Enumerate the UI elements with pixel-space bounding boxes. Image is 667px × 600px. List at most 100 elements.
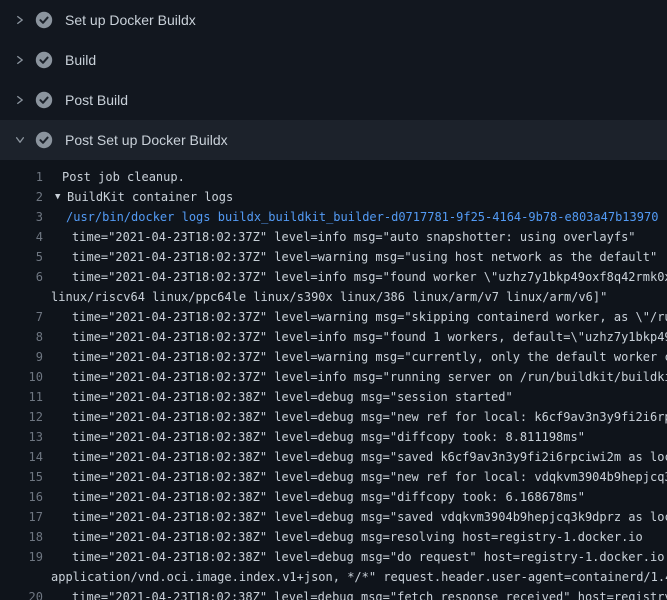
- log-line: linux/riscv64 linux/ppc64le linux/s390x …: [0, 287, 667, 307]
- line-number[interactable]: [0, 567, 43, 587]
- log-text: time="2021-04-23T18:02:38Z" level=debug …: [72, 467, 667, 487]
- line-content: time="2021-04-23T18:02:38Z" level=debug …: [43, 527, 667, 547]
- log-line: 15 time="2021-04-23T18:02:38Z" level=deb…: [0, 467, 667, 487]
- line-number[interactable]: 8: [0, 327, 43, 347]
- line-number[interactable]: [0, 287, 43, 307]
- log-line: 5 time="2021-04-23T18:02:37Z" level=warn…: [0, 247, 667, 267]
- line-content: time="2021-04-23T18:02:38Z" level=debug …: [43, 387, 667, 407]
- line-content: time="2021-04-23T18:02:37Z" level=info m…: [43, 327, 667, 347]
- log-text: time="2021-04-23T18:02:37Z" level=info m…: [72, 227, 636, 247]
- log-text: application/vnd.oci.image.index.v1+json,…: [51, 567, 667, 587]
- step-label: Build: [65, 52, 96, 68]
- line-number[interactable]: 20: [0, 587, 43, 600]
- line-number[interactable]: 4: [0, 227, 43, 247]
- line-content: application/vnd.oci.image.index.v1+json,…: [43, 567, 667, 587]
- line-number[interactable]: 9: [0, 347, 43, 367]
- check-circle-icon: [35, 11, 53, 29]
- chevron-icon: [12, 52, 28, 68]
- step-list: Set up Docker Buildx Build Post Buil: [0, 0, 667, 160]
- log-line: 10 time="2021-04-23T18:02:37Z" level=inf…: [0, 367, 667, 387]
- log-text: time="2021-04-23T18:02:37Z" level=info m…: [72, 327, 667, 347]
- log-text: time="2021-04-23T18:02:38Z" level=debug …: [72, 387, 513, 407]
- line-content: time="2021-04-23T18:02:38Z" level=debug …: [43, 467, 667, 487]
- log-line: 18 time="2021-04-23T18:02:38Z" level=deb…: [0, 527, 667, 547]
- log-text: time="2021-04-23T18:02:38Z" level=debug …: [72, 407, 667, 427]
- log-text: time="2021-04-23T18:02:38Z" level=debug …: [72, 527, 643, 547]
- step-row-post-set-up-docker-buildx[interactable]: Post Set up Docker Buildx: [0, 120, 667, 160]
- step-label: Post Build: [65, 92, 128, 108]
- line-number[interactable]: 7: [0, 307, 43, 327]
- line-content: time="2021-04-23T18:02:38Z" level=debug …: [43, 507, 667, 527]
- line-content: time="2021-04-23T18:02:38Z" level=debug …: [43, 487, 667, 507]
- log-text: time="2021-04-23T18:02:37Z" level=warnin…: [72, 247, 657, 267]
- log-line: 8 time="2021-04-23T18:02:37Z" level=info…: [0, 327, 667, 347]
- line-content: linux/riscv64 linux/ppc64le linux/s390x …: [43, 287, 667, 307]
- line-number[interactable]: 6: [0, 267, 43, 287]
- log-text: time="2021-04-23T18:02:37Z" level=info m…: [72, 367, 667, 387]
- line-content: time="2021-04-23T18:02:37Z" level=info m…: [43, 227, 667, 247]
- chevron-icon: [12, 132, 28, 148]
- line-content: time="2021-04-23T18:02:37Z" level=info m…: [43, 367, 667, 387]
- log-text: time="2021-04-23T18:02:37Z" level=warnin…: [72, 347, 667, 367]
- log-line: 17 time="2021-04-23T18:02:38Z" level=deb…: [0, 507, 667, 527]
- line-number[interactable]: 16: [0, 487, 43, 507]
- step-row-build[interactable]: Build: [0, 40, 667, 80]
- log-text: time="2021-04-23T18:02:37Z" level=warnin…: [72, 307, 667, 327]
- step-row-set-up-docker-buildx[interactable]: Set up Docker Buildx: [0, 0, 667, 40]
- line-content: time="2021-04-23T18:02:38Z" level=debug …: [43, 547, 667, 567]
- log-line: 7 time="2021-04-23T18:02:37Z" level=warn…: [0, 307, 667, 327]
- log-text: /usr/bin/docker logs buildx_buildkit_bui…: [66, 207, 658, 227]
- log-line: 14 time="2021-04-23T18:02:38Z" level=deb…: [0, 447, 667, 467]
- line-content: time="2021-04-23T18:02:37Z" level=warnin…: [43, 247, 667, 267]
- log-line: 20 time="2021-04-23T18:02:38Z" level=deb…: [0, 587, 667, 600]
- log-line: 12 time="2021-04-23T18:02:38Z" level=deb…: [0, 407, 667, 427]
- line-number[interactable]: 5: [0, 247, 43, 267]
- chevron-icon: [12, 12, 28, 28]
- line-content: time="2021-04-23T18:02:37Z" level=warnin…: [43, 307, 667, 327]
- line-number[interactable]: 13: [0, 427, 43, 447]
- log-text: BuildKit container logs: [67, 187, 233, 207]
- step-label: Set up Docker Buildx: [65, 12, 196, 28]
- line-number[interactable]: 17: [0, 507, 43, 527]
- log-line: 4 time="2021-04-23T18:02:37Z" level=info…: [0, 227, 667, 247]
- chevron-icon: [12, 92, 28, 108]
- log-text: time="2021-04-23T18:02:37Z" level=info m…: [72, 267, 667, 287]
- line-number[interactable]: 2: [0, 187, 43, 207]
- check-circle-icon: [35, 91, 53, 109]
- group-toggle-icon[interactable]: ▼: [55, 187, 67, 207]
- log-line: 19 time="2021-04-23T18:02:38Z" level=deb…: [0, 547, 667, 567]
- log-text: linux/riscv64 linux/ppc64le linux/s390x …: [51, 287, 607, 307]
- step-row-post-build[interactable]: Post Build: [0, 80, 667, 120]
- log-text: time="2021-04-23T18:02:38Z" level=debug …: [72, 587, 667, 600]
- log-panel: 1 Post job cleanup. 2 ▼ BuildKit contain…: [0, 160, 667, 600]
- line-number[interactable]: 18: [0, 527, 43, 547]
- log-text: time="2021-04-23T18:02:38Z" level=debug …: [72, 547, 667, 567]
- log-text: time="2021-04-23T18:02:38Z" level=debug …: [72, 487, 585, 507]
- line-number[interactable]: 19: [0, 547, 43, 567]
- log-line: 6 time="2021-04-23T18:02:37Z" level=info…: [0, 267, 667, 287]
- check-circle-icon: [35, 131, 53, 149]
- line-content: ▼ BuildKit container logs: [43, 187, 667, 207]
- line-number[interactable]: 1: [0, 167, 43, 187]
- step-label: Post Set up Docker Buildx: [65, 132, 228, 148]
- log-text: time="2021-04-23T18:02:38Z" level=debug …: [72, 507, 667, 527]
- log-line: 9 time="2021-04-23T18:02:37Z" level=warn…: [0, 347, 667, 367]
- line-content: time="2021-04-23T18:02:38Z" level=debug …: [43, 407, 667, 427]
- line-number[interactable]: 3: [0, 207, 43, 227]
- log-line[interactable]: 2 ▼ BuildKit container logs: [0, 187, 667, 207]
- line-number[interactable]: 14: [0, 447, 43, 467]
- actions-log-viewer: Set up Docker Buildx Build Post Buil: [0, 0, 667, 600]
- log-text: time="2021-04-23T18:02:38Z" level=debug …: [72, 427, 585, 447]
- line-number[interactable]: 15: [0, 467, 43, 487]
- line-number[interactable]: 12: [0, 407, 43, 427]
- log-line: 16 time="2021-04-23T18:02:38Z" level=deb…: [0, 487, 667, 507]
- log-line: 3 /usr/bin/docker logs buildx_buildkit_b…: [0, 207, 667, 227]
- log-line: 1 Post job cleanup.: [0, 167, 667, 187]
- log-line: 11 time="2021-04-23T18:02:38Z" level=deb…: [0, 387, 667, 407]
- line-content: Post job cleanup.: [43, 167, 667, 187]
- line-number[interactable]: 10: [0, 367, 43, 387]
- line-number[interactable]: 11: [0, 387, 43, 407]
- line-content: time="2021-04-23T18:02:37Z" level=warnin…: [43, 347, 667, 367]
- line-content: time="2021-04-23T18:02:37Z" level=info m…: [43, 267, 667, 287]
- log-text: Post job cleanup.: [62, 167, 185, 187]
